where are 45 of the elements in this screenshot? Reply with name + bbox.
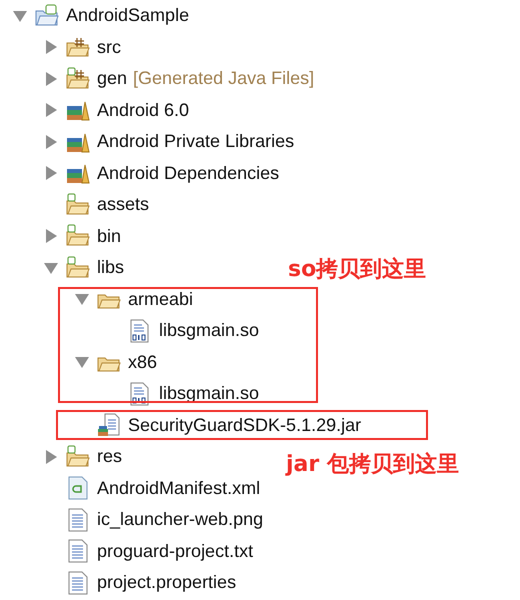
expand-arrow-icon[interactable] (44, 260, 58, 275)
package-folder-icon (66, 35, 90, 60)
tree-item-label[interactable]: res (97, 446, 122, 468)
tree-item-label[interactable]: armeabi (128, 288, 194, 310)
tree-item-label[interactable]: bin (97, 226, 122, 247)
tree-item-label[interactable]: libs (97, 257, 124, 278)
tree-item-label[interactable]: x86 (128, 352, 158, 373)
text-file-icon (66, 508, 90, 532)
package-folder-icon (66, 66, 90, 91)
tree-item-label[interactable]: gen (97, 68, 128, 90)
text-file-icon (66, 539, 90, 564)
expand-arrow-icon[interactable] (44, 72, 58, 86)
android-folder-icon (66, 192, 90, 217)
expand-arrow-icon[interactable] (44, 40, 58, 54)
expand-arrow-icon[interactable] (44, 450, 58, 464)
android-folder-icon (66, 256, 90, 280)
expand-arrow-icon[interactable] (44, 103, 58, 118)
annotation-note: jar 包拷贝到这里 (286, 451, 459, 479)
expand-arrow-icon[interactable] (44, 166, 58, 180)
expand-arrow-icon[interactable] (75, 292, 89, 306)
android-folder-icon (66, 224, 90, 248)
tree-item-label[interactable]: Android 6.0 (97, 100, 190, 121)
tree-item-label[interactable]: SecurityGuardSDK-5.1.29.jar (128, 414, 362, 436)
tree-item-label[interactable]: Android Dependencies (97, 162, 280, 184)
tree-item-label[interactable]: libsgmain.so (159, 383, 260, 404)
expand-arrow-icon[interactable] (44, 229, 58, 244)
tree-item-label[interactable]: AndroidManifest.xml (97, 478, 260, 499)
annotation-note: so拷贝到这里 (288, 256, 426, 284)
tree-item-note: [Generated Java Files] (133, 68, 314, 90)
tree-item-label[interactable]: AndroidSample (66, 5, 190, 26)
tree-item-label[interactable]: project.properties (97, 572, 236, 594)
text-file-icon (66, 570, 90, 595)
tree-item-label[interactable]: assets (97, 194, 150, 216)
expand-arrow-icon[interactable] (44, 134, 58, 149)
tree-item-label[interactable]: ic_launcher-web.png (97, 509, 264, 530)
tree-item-label[interactable]: libsgmain.so (159, 320, 260, 342)
expand-arrow-icon[interactable] (75, 355, 89, 370)
tree-item-label[interactable]: proguard-project.txt (97, 540, 254, 562)
jar-file-icon (97, 413, 121, 438)
expand-arrow-icon[interactable] (13, 8, 27, 23)
android-folder-icon (66, 444, 90, 469)
project-folder-icon (35, 4, 59, 28)
tree-item-label[interactable]: src (97, 36, 121, 58)
manifest-file-icon (66, 476, 90, 500)
tree-item-label[interactable]: Android Private Libraries (97, 131, 294, 152)
